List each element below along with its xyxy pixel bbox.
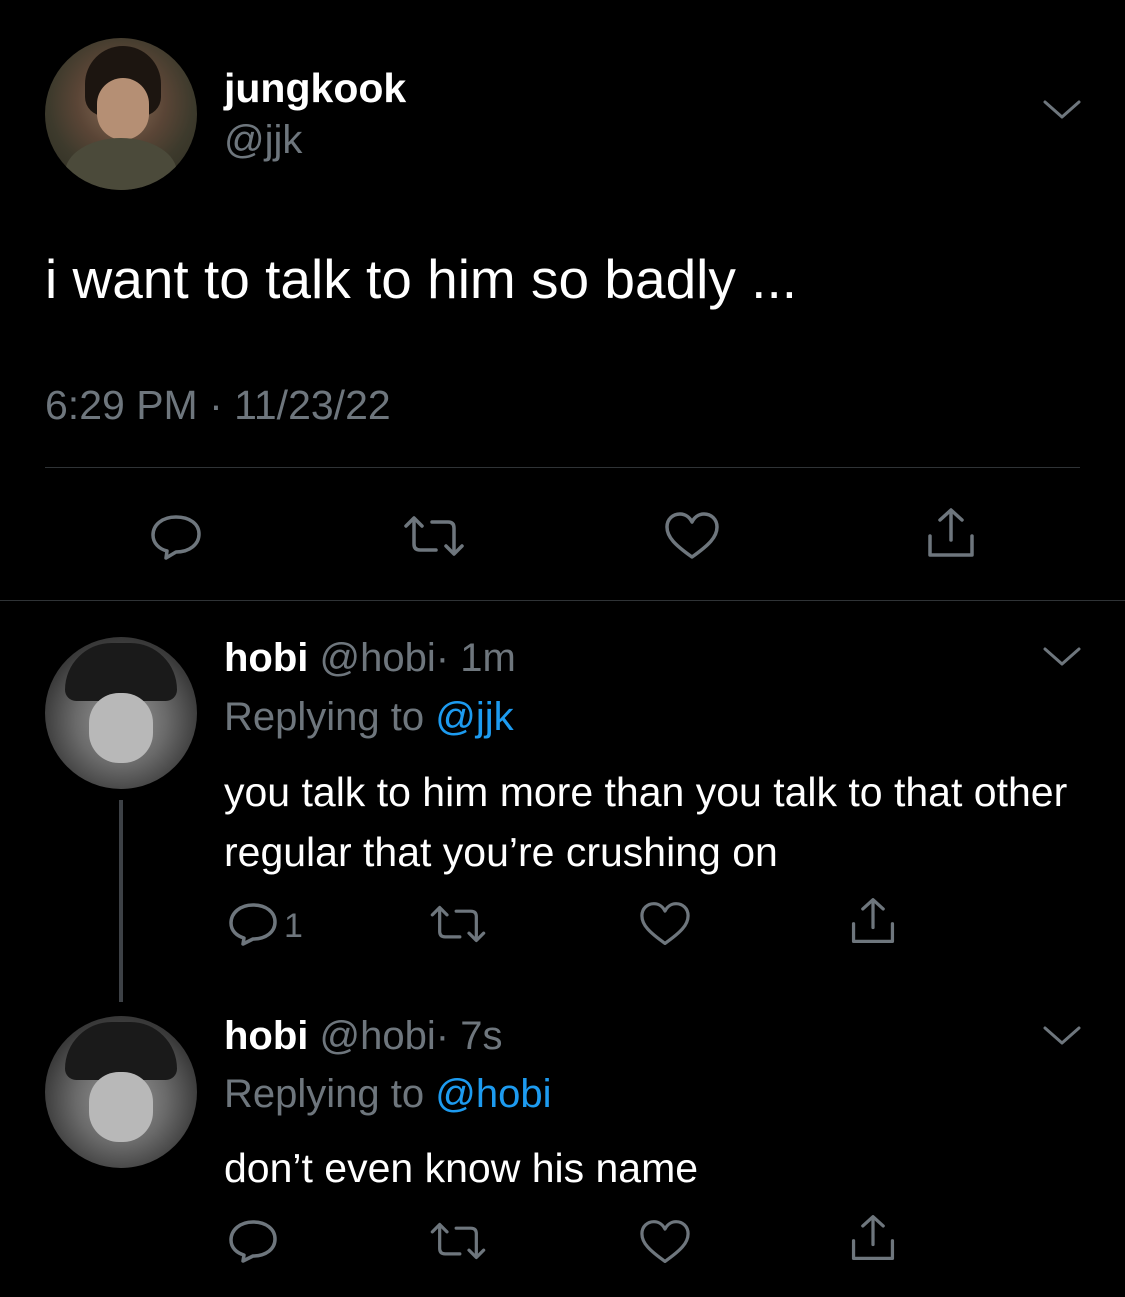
reply-handle[interactable]: @hobi <box>320 1014 436 1058</box>
share-icon[interactable] <box>848 1213 898 1263</box>
retweet-icon[interactable] <box>400 512 468 560</box>
like-icon[interactable] <box>663 510 721 562</box>
thread-line <box>119 800 123 1002</box>
reply-text: you talk to him more than you talk to th… <box>224 769 1068 875</box>
reply-text: don’t even know his name <box>224 1145 699 1191</box>
reply-header: hobi @hobi· 1m <box>224 634 516 682</box>
avatar-jungkook[interactable] <box>45 38 197 190</box>
replying-to-link[interactable]: @hobi <box>435 1072 551 1116</box>
tweet-timestamp[interactable]: 6:29 PM · 11/23/22 <box>45 380 391 430</box>
avatar-hobi[interactable] <box>45 1016 197 1168</box>
author-display-name[interactable]: jungkook <box>224 64 406 112</box>
reply-count: 1 <box>284 907 303 945</box>
reply-time[interactable]: · 1m <box>436 636 516 680</box>
chevron-down-icon[interactable] <box>1042 98 1082 122</box>
retweet-icon[interactable] <box>426 1219 490 1263</box>
replying-to-label: Replying to <box>224 1072 425 1116</box>
tweet-text: i want to talk to him so badly ... <box>45 248 798 310</box>
like-icon[interactable] <box>638 1218 692 1266</box>
reply-icon[interactable] <box>226 1218 280 1264</box>
reply-time[interactable]: · 7s <box>436 1014 503 1058</box>
section-divider <box>0 600 1125 601</box>
replying-to-link[interactable]: @jjk <box>435 695 513 739</box>
reply-display-name[interactable]: hobi <box>224 1014 308 1058</box>
replying-to-label: Replying to <box>224 695 425 739</box>
retweet-icon[interactable] <box>426 902 490 946</box>
divider <box>45 467 1080 468</box>
reply-icon[interactable] <box>148 512 204 560</box>
reply-header: hobi @hobi· 7s <box>224 1012 502 1060</box>
reply-handle[interactable]: @hobi <box>320 636 436 680</box>
replying-to: Replying to @hobi <box>224 1070 551 1118</box>
share-icon[interactable] <box>848 896 898 946</box>
chevron-down-icon[interactable] <box>1042 645 1082 669</box>
share-icon[interactable] <box>924 506 978 560</box>
reply-icon[interactable] <box>226 901 280 947</box>
author-handle[interactable]: @jjk <box>224 116 302 164</box>
replying-to: Replying to @jjk <box>224 693 514 741</box>
avatar-hobi[interactable] <box>45 637 197 789</box>
chevron-down-icon[interactable] <box>1042 1024 1082 1048</box>
like-icon[interactable] <box>638 900 692 948</box>
reply-display-name[interactable]: hobi <box>224 636 308 680</box>
